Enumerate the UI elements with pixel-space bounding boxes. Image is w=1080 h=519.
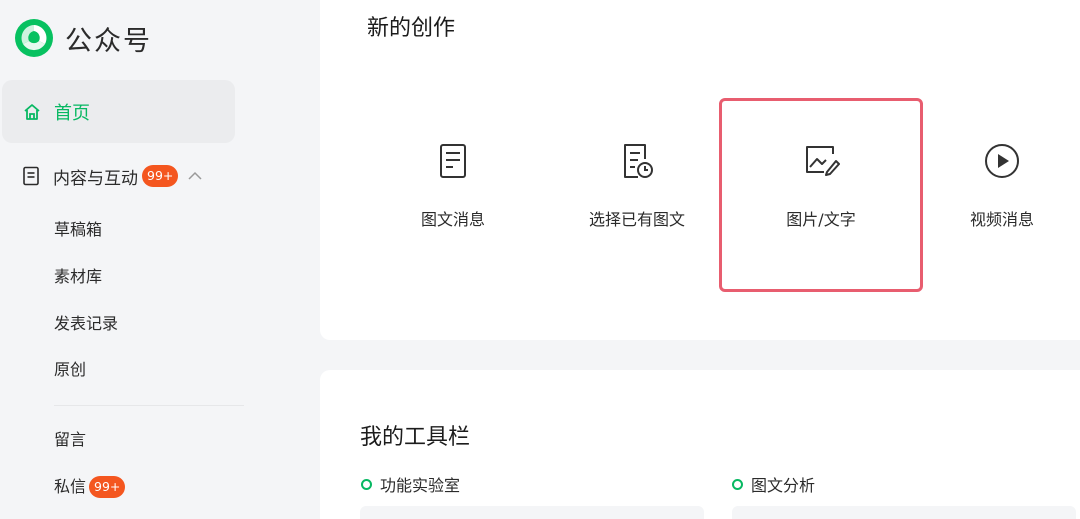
unread-badge: 99+ [142,165,179,187]
play-circle-icon [985,144,1019,178]
create-image-text-button[interactable]: 图片/文字 [719,98,923,292]
app-logo[interactable]: 公众号 [14,18,152,58]
create-video-button[interactable]: 视频消息 [900,98,1080,292]
tool-section-label: 图文分析 [751,476,816,495]
tools-panel-title: 我的工具栏 [360,425,471,450]
tool-section-feature-lab[interactable]: 功能实验室 [361,472,460,496]
create-panel-title: 新的创作 [367,16,456,41]
circle-bullet-icon [732,478,743,490]
wechat-mp-logo-icon [15,19,53,57]
article-icon [440,144,466,178]
create-item-label: 选择已有图文 [588,210,685,229]
create-article-button[interactable]: 图文消息 [351,98,555,292]
app-title: 公众号 [65,25,152,57]
circle-bullet-icon [361,478,372,490]
create-item-label: 视频消息 [969,210,1034,229]
tool-section-article-analytics[interactable]: 图文分析 [732,472,815,496]
unread-badge: 99+ [89,476,126,498]
tool-card[interactable] [360,506,704,519]
sidebar-item-private-messages[interactable]: 私信 99+ [54,472,126,502]
sidebar-item-label: 内容与互动 [53,168,138,189]
document-icon [23,166,39,186]
image-edit-icon [806,146,840,176]
sidebar-item-materials[interactable]: 素材库 [54,262,102,292]
create-item-label: 图片/文字 [786,210,856,229]
sidebar: 公众号 首页 内容与互动 99+ 草稿箱 素材库 发表记录 原创 留言 私信 9… [0,0,320,519]
existing-article-icon [624,144,653,178]
tool-card[interactable] [732,506,1076,519]
sidebar-item-label: 私信 [54,477,87,496]
sidebar-item-label: 首页 [54,102,90,124]
sidebar-item-publish-history[interactable]: 发表记录 [54,309,118,339]
sidebar-divider [54,405,244,406]
sidebar-item-content[interactable]: 内容与互动 99+ [2,155,235,197]
sidebar-item-drafts[interactable]: 草稿箱 [54,215,102,245]
select-existing-article-button[interactable]: 选择已有图文 [535,98,739,292]
create-item-label: 图文消息 [420,210,485,229]
chevron-up-icon[interactable] [187,171,203,181]
sidebar-item-original[interactable]: 原创 [54,355,86,385]
tool-section-label: 功能实验室 [380,476,461,495]
sidebar-item-comments[interactable]: 留言 [54,425,86,455]
sidebar-item-home[interactable]: 首页 [2,80,235,143]
home-icon [24,103,40,120]
